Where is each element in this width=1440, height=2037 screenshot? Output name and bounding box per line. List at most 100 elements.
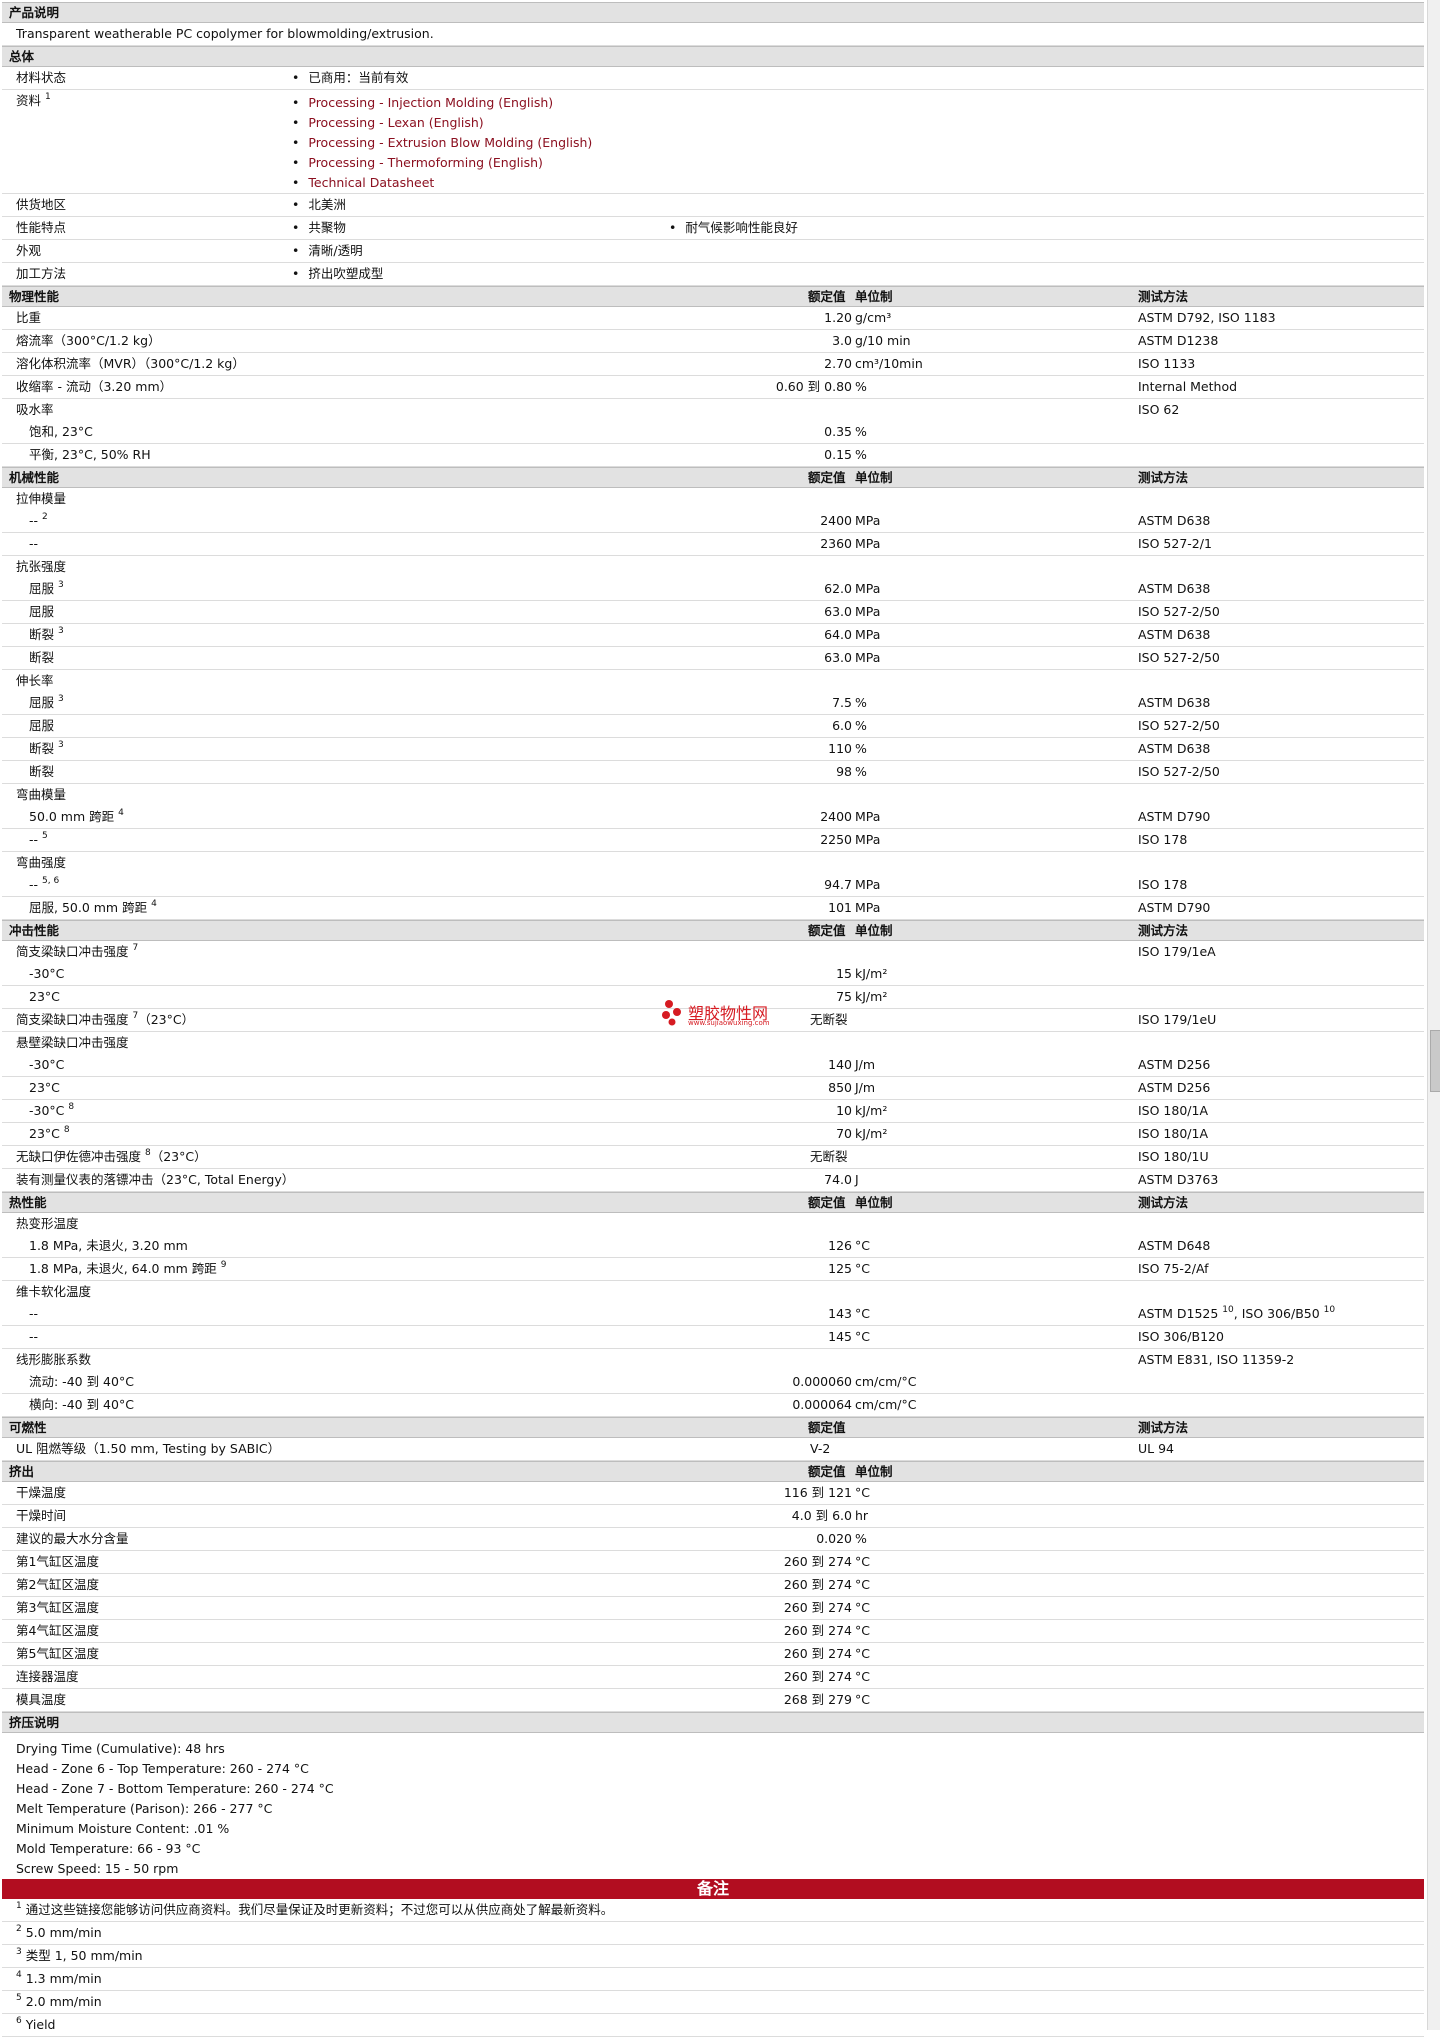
extrusion-note: Head - Zone 6 - Top Temperature: 260 - 2… [16, 1761, 309, 1776]
test-method-text: ISO 179/1eA [1138, 944, 1216, 959]
region-label: 供货地区 [16, 197, 67, 212]
documents-list: Processing - Injection Molding (English)… [292, 93, 592, 193]
property-unit: MPa [855, 513, 881, 528]
test-method: Internal Method [1138, 376, 1237, 398]
property-value: 143 [828, 1306, 852, 1321]
test-method: ISO 527-2/50 [1138, 761, 1220, 783]
property-unit: cm/cm/°C [855, 1374, 917, 1389]
property-value: 0.000064 [792, 1397, 852, 1412]
section-header-flammability: 可燃性 额定值 测试方法 [2, 1417, 1424, 1438]
property-unit: g/cm³ [855, 310, 892, 325]
property-label-text: 第1气缸区温度 [16, 1554, 99, 1569]
property-value: 63.0 [824, 650, 852, 665]
property-value: 140 [828, 1057, 852, 1072]
region-row: 供货地区 北美洲 [2, 194, 1424, 217]
property-label: -30°C [29, 963, 64, 985]
property-label: 屈服, 50.0 mm 跨距 4 [29, 897, 157, 919]
document-item[interactable]: Processing - Extrusion Blow Molding (Eng… [292, 133, 592, 153]
property-unit: MPa [855, 581, 881, 596]
table-row: 吸水率 ISO 62 [2, 399, 1424, 421]
property-label-text: 建议的最大水分含量 [16, 1531, 129, 1546]
flammability-table: UL 阻燃等级（1.50 mm, Testing by SABIC） V-2 UL … [2, 1438, 1424, 1461]
property-unit: J [855, 1172, 859, 1187]
property-label: 溶化体积流率（MVR）（300°C/1.2 kg） [16, 353, 245, 375]
section-header-physical: 物理性能 额定值 单位制 测试方法 [2, 286, 1424, 307]
extrusion-note: Drying Time (Cumulative): 48 hrs [16, 1741, 225, 1756]
property-unit: % [855, 424, 867, 439]
section-header-impact: 冲击性能 额定值 单位制 测试方法 [2, 920, 1424, 941]
test-method-text: ISO 527-2/50 [1138, 604, 1220, 619]
property-unit: °C [855, 1577, 870, 1592]
vertical-scrollbar[interactable] [1427, 0, 1440, 2030]
document-link[interactable]: Processing - Lexan (English) [308, 115, 483, 130]
test-method-text: ASTM D638 [1138, 695, 1211, 710]
document-link[interactable]: Processing - Thermoforming (English) [308, 155, 543, 170]
property-label: -- 5, 6 [29, 874, 59, 896]
property-label-text: 弯曲强度 [16, 855, 67, 870]
property-label: 抗张强度 [16, 556, 66, 578]
test-method-text: ASTM D638 [1138, 513, 1211, 528]
property-value: 126 [828, 1238, 852, 1253]
table-row: 平衡, 23°C, 50% RH 0.15% [2, 444, 1424, 467]
table-row: -30°C 8 10 kJ/m² ISO 180/1A [2, 1100, 1424, 1123]
test-method: ASTM D638 [1138, 624, 1210, 646]
document-item[interactable]: Processing - Thermoforming (English) [292, 153, 592, 173]
table-row: 1.8 MPa, 未退火, 3.20 mm 126 °C ASTM D648 [2, 1235, 1424, 1258]
table-row: 断裂 3 64.0 MPa ASTM D638 [2, 624, 1424, 647]
test-method-text: ASTM D3763 [1138, 1172, 1219, 1187]
document-link[interactable]: Processing - Injection Molding (English) [308, 95, 553, 110]
table-row: 抗张强度 [2, 556, 1424, 578]
test-method-text: ASTM D256 [1138, 1057, 1211, 1072]
table-row: 屈服 3 7.5% ASTM D638 [2, 692, 1424, 715]
features-label: 性能特点 [16, 220, 67, 235]
document-link[interactable]: Technical Datasheet [308, 175, 434, 190]
document-link[interactable]: Processing - Extrusion Blow Molding (Eng… [308, 135, 592, 150]
table-row: -30°C 15 kJ/m² [2, 963, 1424, 986]
test-method: ASTM D1238 [1138, 330, 1218, 352]
footnote-ref: 10 [1323, 1305, 1336, 1315]
table-row: -- 143 °C ASTM D1525 10, ISO 306/B50 10 [2, 1303, 1424, 1326]
property-unit: % [855, 1531, 867, 1546]
property-unit: °C [855, 1669, 870, 1684]
property-label: -30°C 8 [29, 1100, 74, 1122]
table-row: -30°C 140 J/m ASTM D256 [2, 1054, 1424, 1077]
table-row: 建议的最大水分含量 0.020% [2, 1528, 1424, 1551]
test-method: ISO 75-2/Af [1138, 1258, 1209, 1280]
property-value: 0.020 [816, 1531, 852, 1546]
property-label-text: 伸长率 [16, 673, 54, 688]
property-value: 0.15 [824, 447, 852, 462]
property-unit: MPa [855, 650, 881, 665]
test-method-text: ASTM D648 [1138, 1238, 1211, 1253]
test-method: ISO 179/1eA [1138, 941, 1216, 963]
property-value: 70 [836, 1126, 852, 1141]
table-row: 伸长率 [2, 670, 1424, 692]
test-method-text: ASTM D790 [1138, 809, 1211, 824]
table-row: 比重 1.20 g/cm³ ASTM D792, ISO 1183 [2, 307, 1424, 330]
property-unit: MPa [855, 832, 881, 847]
table-row: 1.8 MPa, 未退火, 64.0 mm 跨距 9 125 °C ISO 75-2/… [2, 1258, 1424, 1281]
property-value: 2360 [820, 536, 852, 551]
property-label-text: 第3气缸区温度 [16, 1600, 99, 1615]
property-label: 无缺口伊佐德冲击强度 8（23°C） [16, 1146, 207, 1168]
footnote-text: 通过这些链接您能够访问供应商资料。我们尽量保证及时更新资料；不过您可以从供应商处… [25, 1902, 614, 1917]
test-method-text: , ISO 306/B50 [1233, 1306, 1324, 1321]
table-row: 断裂 63.0 MPa ISO 527-2/50 [2, 647, 1424, 670]
footnote-ref: 4 [151, 899, 157, 909]
property-unit: °C [855, 1554, 870, 1569]
test-method-text: ISO 178 [1138, 832, 1188, 847]
footnote-ref: 3 [58, 580, 64, 590]
test-method-text: ISO 527-2/1 [1138, 536, 1212, 551]
test-method: ASTM D648 [1138, 1235, 1210, 1257]
table-row: 装有测量仪表的落镖冲击（23°C, Total Energy） 74.0 J ASTM… [2, 1169, 1424, 1192]
document-item[interactable]: Processing - Lexan (English) [292, 113, 592, 133]
table-row: 简支梁缺口冲击强度 7 ISO 179/1eA [2, 941, 1424, 963]
scrollbar-thumb[interactable] [1430, 1030, 1440, 1092]
property-label: 横向: -40 到 40°C [29, 1394, 134, 1416]
document-item[interactable]: Processing - Injection Molding (English) [292, 93, 592, 113]
document-item[interactable]: Technical Datasheet [292, 173, 592, 193]
property-unit: % [855, 379, 867, 394]
table-row: 50.0 mm 跨距 4 2400 MPa ASTM D790 [2, 806, 1424, 829]
test-method-text: ASTM D792, ISO 1183 [1138, 310, 1276, 325]
property-unit: J/m [855, 1057, 876, 1072]
table-row: 连接器温度 260 到 274 °C [2, 1666, 1424, 1689]
